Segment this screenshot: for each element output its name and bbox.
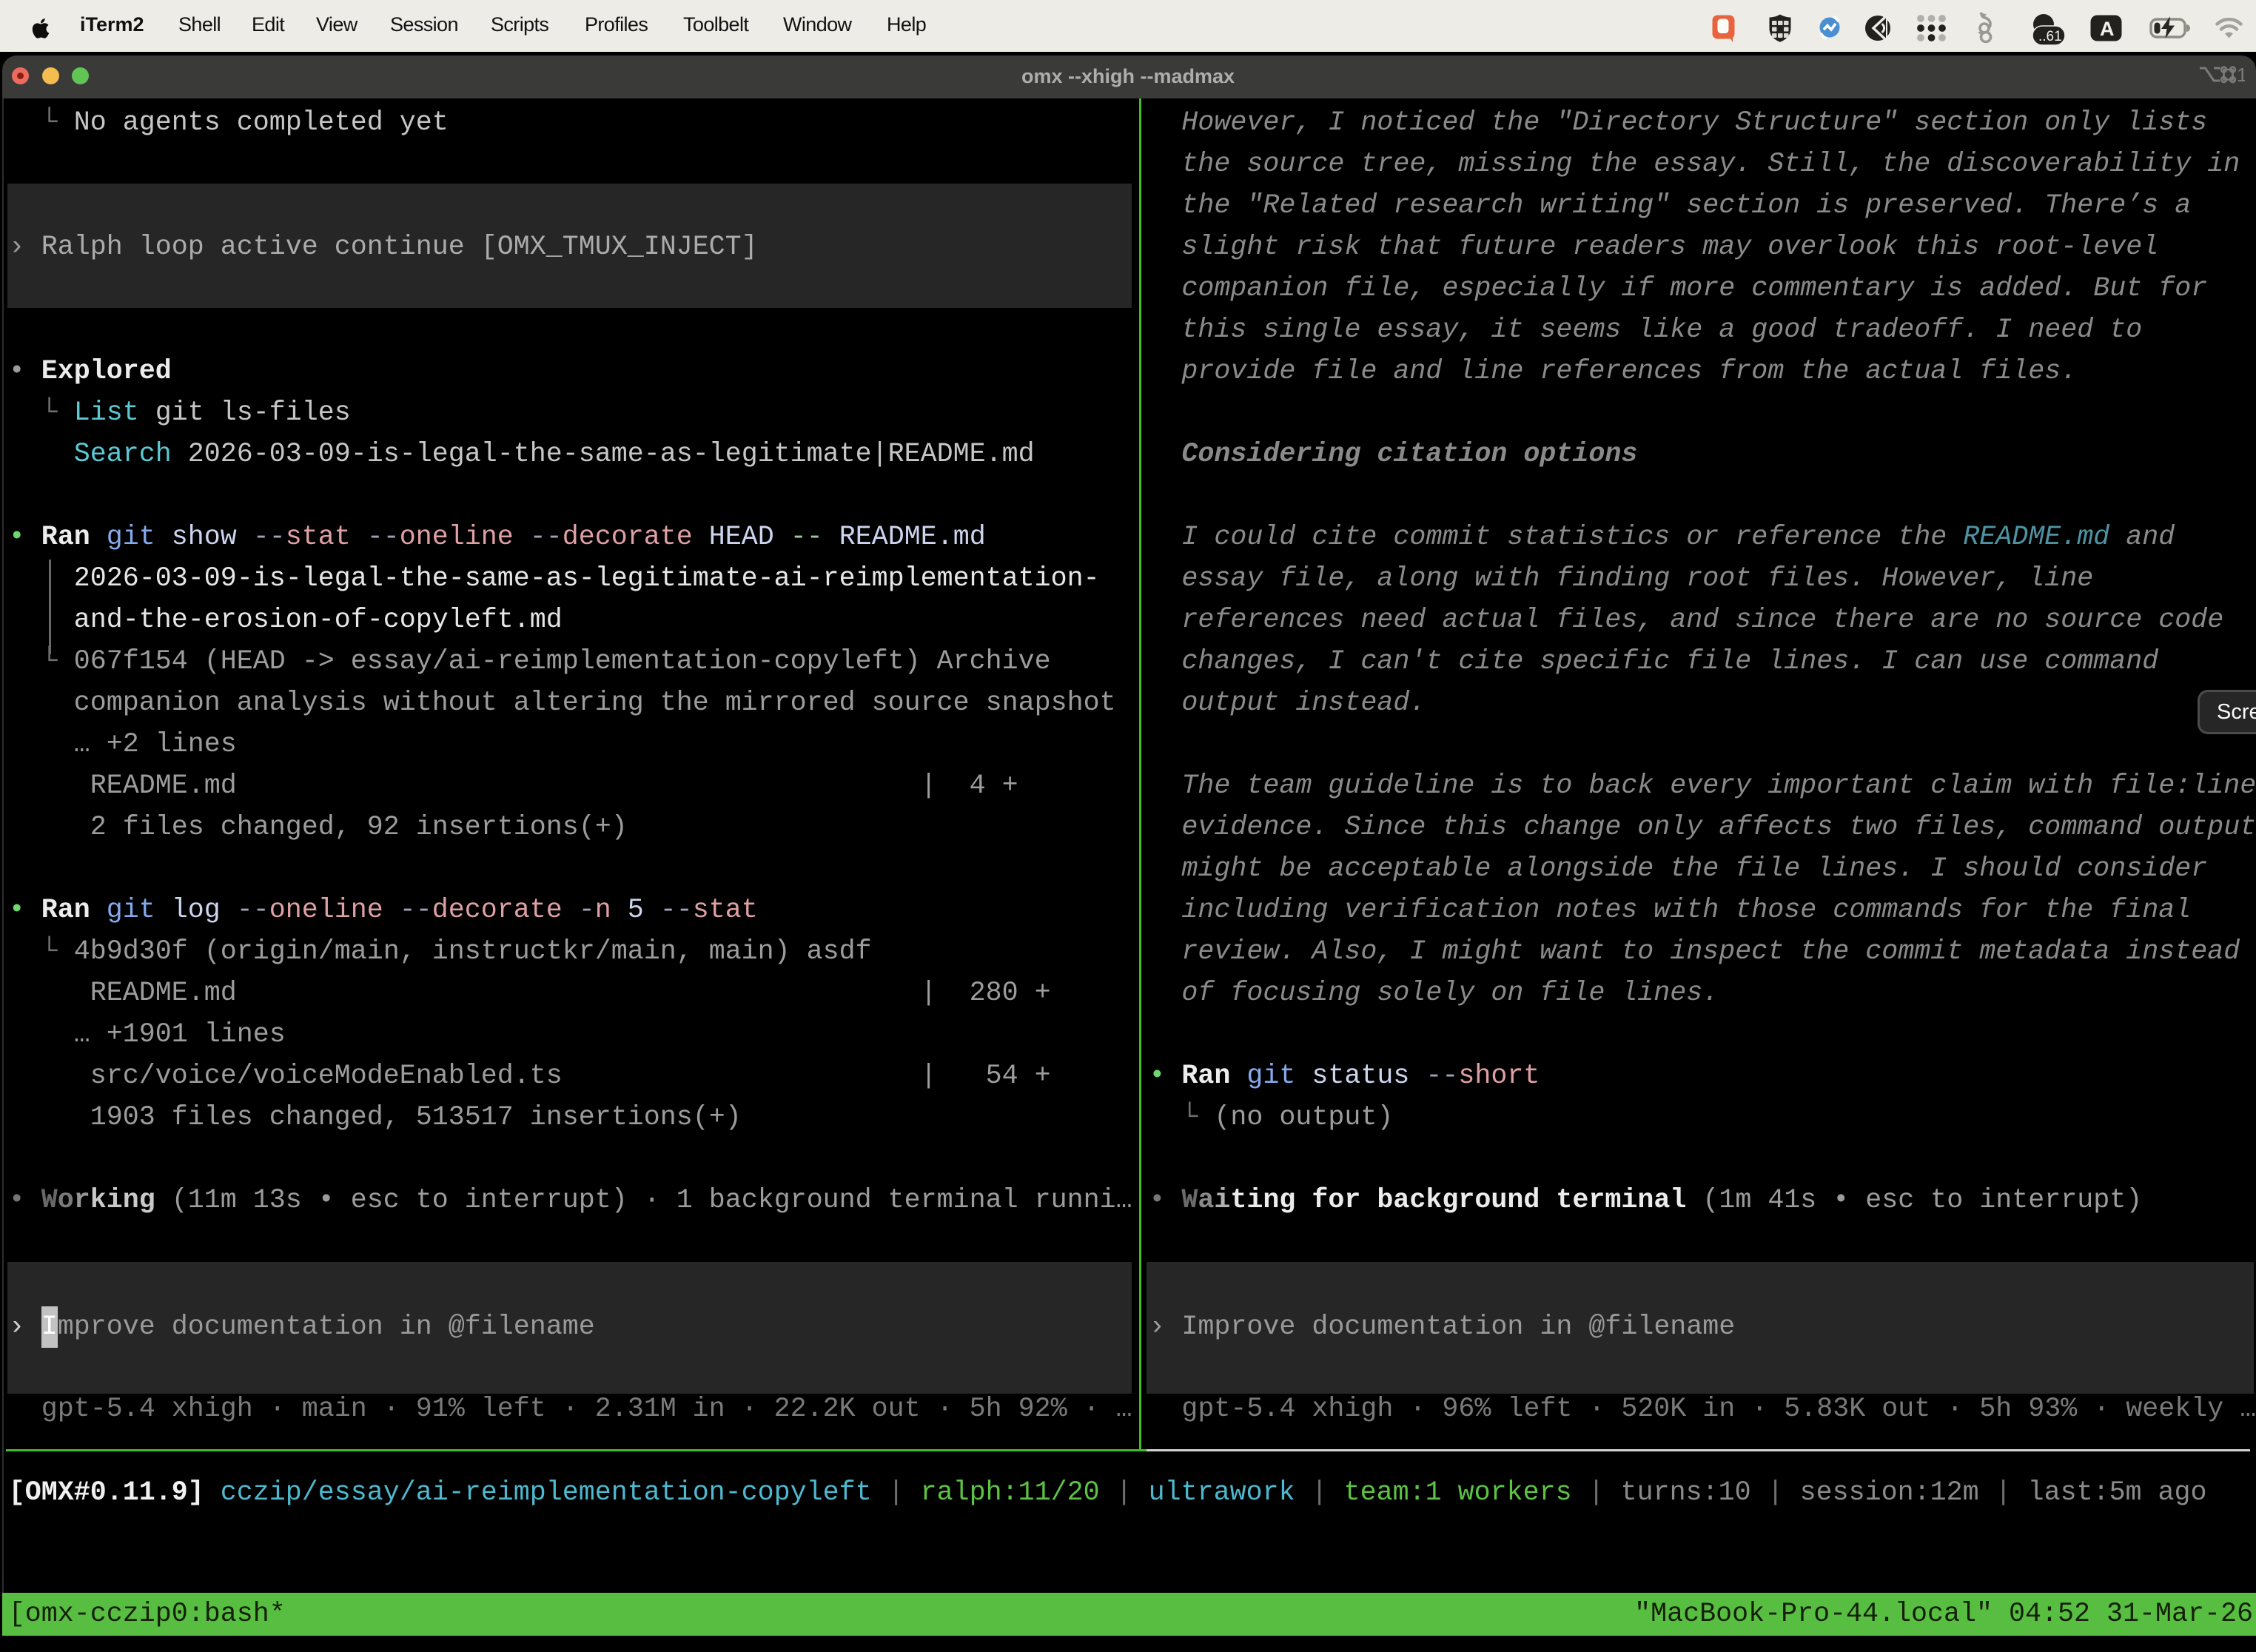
svg-text:A: A [2100, 18, 2115, 40]
svg-text:..61: ..61 [2038, 29, 2062, 44]
svg-text:1: 1 [2237, 65, 2245, 84]
